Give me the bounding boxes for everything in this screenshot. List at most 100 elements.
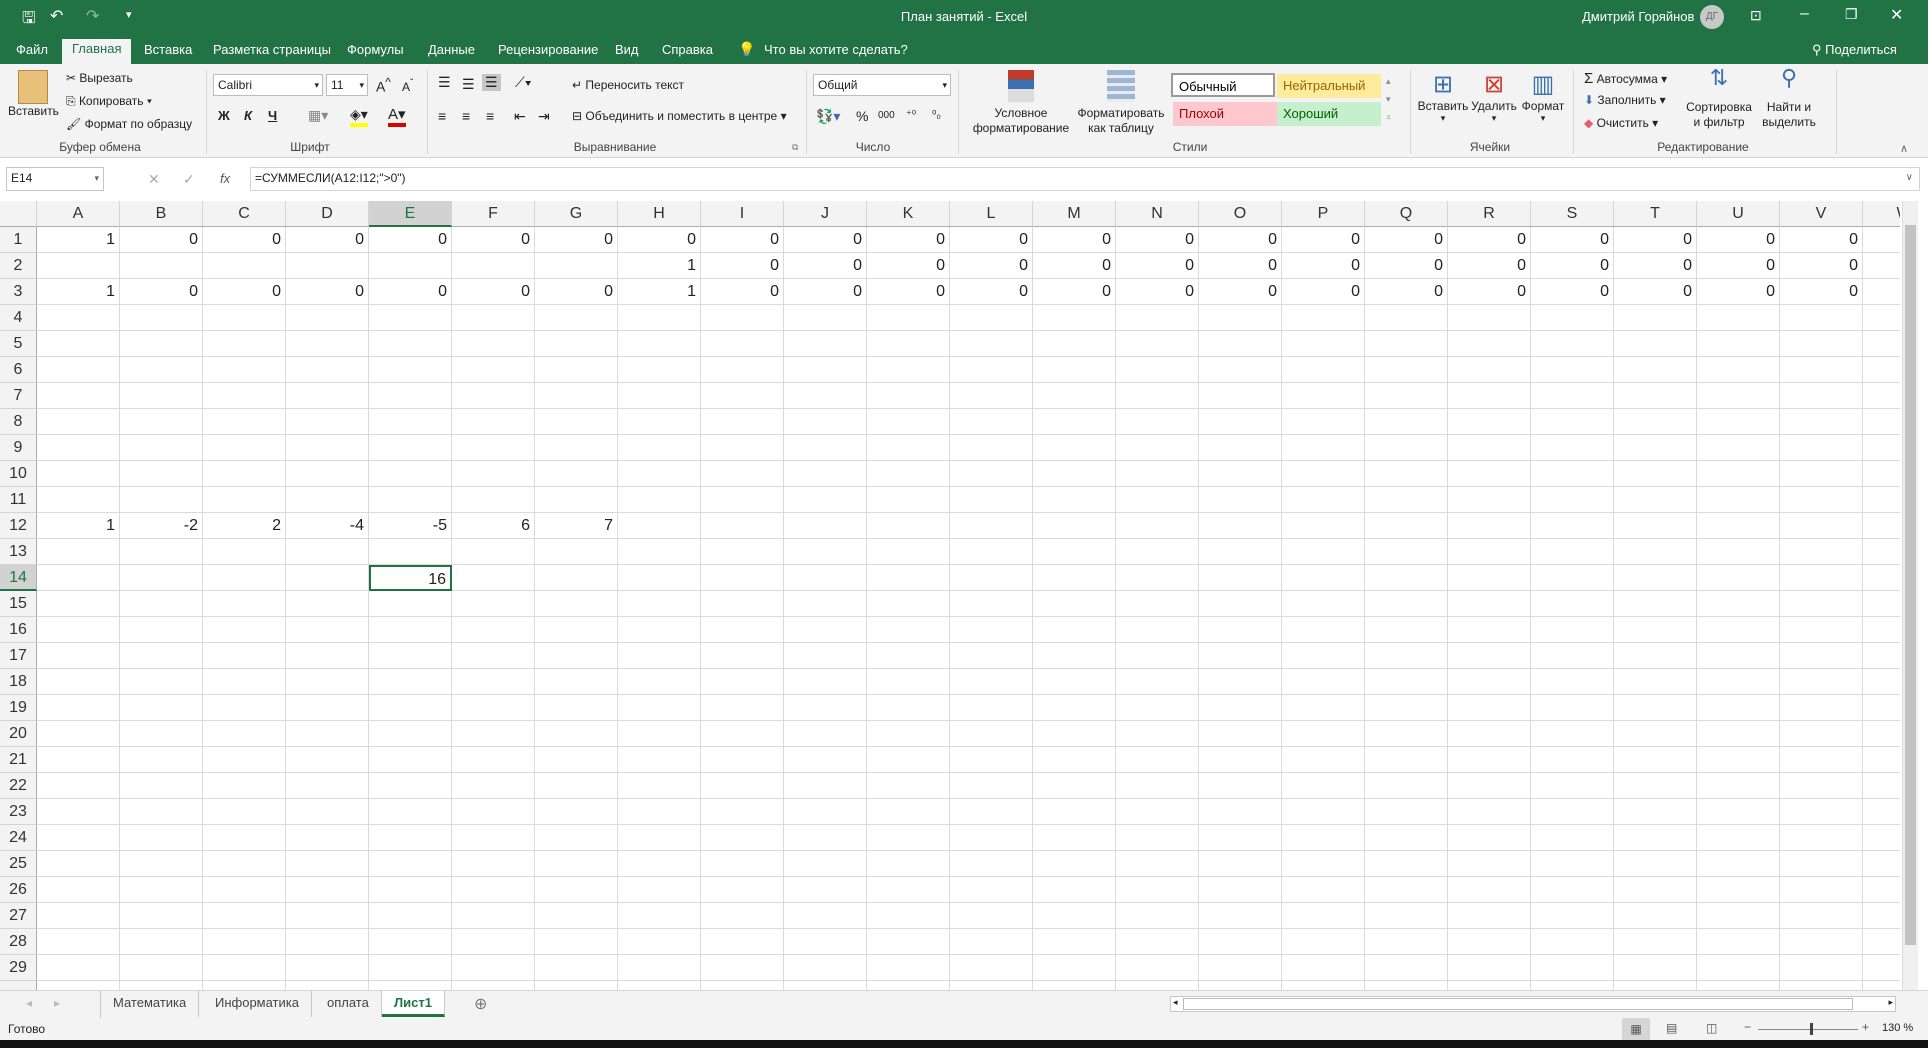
- cell-M6[interactable]: [1033, 357, 1116, 383]
- cell-M7[interactable]: [1033, 383, 1116, 409]
- cell-I16[interactable]: [701, 617, 784, 643]
- cell-R1[interactable]: 0: [1448, 227, 1531, 253]
- cell-F17[interactable]: [452, 643, 535, 669]
- cell-H6[interactable]: [618, 357, 701, 383]
- cell-I19[interactable]: [701, 695, 784, 721]
- cell-D20[interactable]: [286, 721, 369, 747]
- cell-O8[interactable]: [1199, 409, 1282, 435]
- cell-B4[interactable]: [120, 305, 203, 331]
- name-box[interactable]: E14 ▾: [6, 167, 104, 191]
- cell-L2[interactable]: 0: [950, 253, 1033, 279]
- cell-H20[interactable]: [618, 721, 701, 747]
- cell-I2[interactable]: 0: [701, 253, 784, 279]
- cell-D19[interactable]: [286, 695, 369, 721]
- cell-V28[interactable]: [1780, 929, 1863, 955]
- tab-help[interactable]: Справка: [652, 40, 723, 64]
- column-header-U[interactable]: U: [1697, 201, 1780, 227]
- cell-A23[interactable]: [37, 799, 120, 825]
- cell-H17[interactable]: [618, 643, 701, 669]
- row-header-6[interactable]: 6: [0, 357, 37, 383]
- cell-M5[interactable]: [1033, 331, 1116, 357]
- cell-D27[interactable]: [286, 903, 369, 929]
- font-color-icon[interactable]: A▾: [388, 105, 406, 127]
- cell-L16[interactable]: [950, 617, 1033, 643]
- cell-A24[interactable]: [37, 825, 120, 851]
- cell-B15[interactable]: [120, 591, 203, 617]
- cell-W5[interactable]: [1863, 331, 1900, 357]
- cell-V7[interactable]: [1780, 383, 1863, 409]
- cell-J16[interactable]: [784, 617, 867, 643]
- cell-A26[interactable]: [37, 877, 120, 903]
- cell-N7[interactable]: [1116, 383, 1199, 409]
- cell-F22[interactable]: [452, 773, 535, 799]
- cell-D23[interactable]: [286, 799, 369, 825]
- cell-E7[interactable]: [369, 383, 452, 409]
- orientation-icon[interactable]: ⟋▾: [515, 74, 532, 91]
- cell-G18[interactable]: [535, 669, 618, 695]
- cell-I9[interactable]: [701, 435, 784, 461]
- cell-K16[interactable]: [867, 617, 950, 643]
- cell-Q5[interactable]: [1365, 331, 1448, 357]
- cell-K4[interactable]: [867, 305, 950, 331]
- cell-K25[interactable]: [867, 851, 950, 877]
- cell-V11[interactable]: [1780, 487, 1863, 513]
- cell-E19[interactable]: [369, 695, 452, 721]
- close-icon[interactable]: ✕: [1890, 5, 1903, 25]
- cell-Q2[interactable]: 0: [1365, 253, 1448, 279]
- cell-S2[interactable]: 0: [1531, 253, 1614, 279]
- cell-B18[interactable]: [120, 669, 203, 695]
- cell-F8[interactable]: [452, 409, 535, 435]
- cell-F15[interactable]: [452, 591, 535, 617]
- cell-D24[interactable]: [286, 825, 369, 851]
- cell-A4[interactable]: [37, 305, 120, 331]
- row-header-24[interactable]: 24: [0, 825, 37, 851]
- font-name-select[interactable]: Calibri ▾: [213, 74, 323, 96]
- cell-V26[interactable]: [1780, 877, 1863, 903]
- cell-P7[interactable]: [1282, 383, 1365, 409]
- cell-G10[interactable]: [535, 461, 618, 487]
- cell-H8[interactable]: [618, 409, 701, 435]
- cell-F26[interactable]: [452, 877, 535, 903]
- cell-J11[interactable]: [784, 487, 867, 513]
- cell-B26[interactable]: [120, 877, 203, 903]
- cell-W24[interactable]: [1863, 825, 1900, 851]
- cell-P27[interactable]: [1282, 903, 1365, 929]
- cell-W17[interactable]: [1863, 643, 1900, 669]
- cell-O6[interactable]: [1199, 357, 1282, 383]
- cell-J4[interactable]: [784, 305, 867, 331]
- cell-I18[interactable]: [701, 669, 784, 695]
- cell-S4[interactable]: [1531, 305, 1614, 331]
- cell-Q26[interactable]: [1365, 877, 1448, 903]
- cell-E29[interactable]: [369, 955, 452, 981]
- cell-R28[interactable]: [1448, 929, 1531, 955]
- cell-E21[interactable]: [369, 747, 452, 773]
- cell-T21[interactable]: [1614, 747, 1697, 773]
- cell-A25[interactable]: [37, 851, 120, 877]
- cell-J3[interactable]: 0: [784, 279, 867, 305]
- cell-P20[interactable]: [1282, 721, 1365, 747]
- cell-C22[interactable]: [203, 773, 286, 799]
- cell-V14[interactable]: [1780, 565, 1863, 591]
- cell-O14[interactable]: [1199, 565, 1282, 591]
- cell-Q25[interactable]: [1365, 851, 1448, 877]
- cell-I10[interactable]: [701, 461, 784, 487]
- spreadsheet-grid[interactable]: ABCDEFGHIJKLMNOPQRSTUVW11000000000000000…: [0, 201, 1900, 991]
- cell-N26[interactable]: [1116, 877, 1199, 903]
- cell-N21[interactable]: [1116, 747, 1199, 773]
- collapse-ribbon-icon[interactable]: ∧: [1900, 142, 1908, 155]
- cell-N10[interactable]: [1116, 461, 1199, 487]
- cell-W7[interactable]: [1863, 383, 1900, 409]
- cell-J23[interactable]: [784, 799, 867, 825]
- cell-S20[interactable]: [1531, 721, 1614, 747]
- cell-T3[interactable]: 0: [1614, 279, 1697, 305]
- cell-P26[interactable]: [1282, 877, 1365, 903]
- cell-O23[interactable]: [1199, 799, 1282, 825]
- cell-R21[interactable]: [1448, 747, 1531, 773]
- cell-O7[interactable]: [1199, 383, 1282, 409]
- row-header-3[interactable]: 3: [0, 279, 37, 305]
- cell-D11[interactable]: [286, 487, 369, 513]
- cell-F5[interactable]: [452, 331, 535, 357]
- zoom-out-button[interactable]: −: [1744, 1020, 1751, 1034]
- cell-A19[interactable]: [37, 695, 120, 721]
- cell-D13[interactable]: [286, 539, 369, 565]
